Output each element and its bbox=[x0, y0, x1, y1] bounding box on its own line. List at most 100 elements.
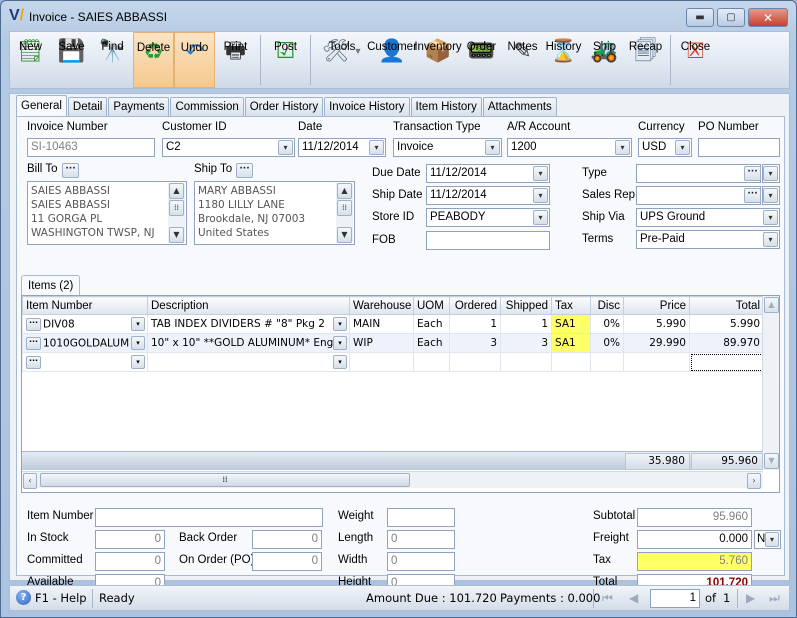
tab-attachments[interactable]: Attachments bbox=[482, 97, 557, 116]
delete-button[interactable]: ♻ Delete bbox=[133, 32, 174, 88]
disc-cell[interactable]: 0% bbox=[590, 314, 624, 334]
due-date-picker[interactable]: 11/12/2014 ▾ bbox=[426, 164, 550, 183]
grid-vertical-scrollbar[interactable]: ▲ ▼ bbox=[762, 296, 779, 470]
total-cell[interactable] bbox=[689, 352, 764, 372]
column-header[interactable]: Total bbox=[689, 296, 764, 315]
grid-horizontal-scrollbar[interactable]: ‹ ⁞⁞ › bbox=[22, 471, 763, 489]
ellipsis-icon[interactable]: ··· bbox=[26, 336, 41, 350]
total-cell[interactable]: 89.970 bbox=[689, 333, 764, 353]
table-row[interactable]: ··· 1010GOLDALUM ▾ 10" x 10" **GOLD ALUMIN… bbox=[22, 333, 764, 353]
ar-account-select[interactable]: 1200 ▾ bbox=[507, 138, 632, 157]
minimize-button[interactable]: ▬ bbox=[686, 8, 714, 27]
item-number-cell[interactable]: ··· 1010GOLDALUM ▾ bbox=[22, 333, 148, 353]
chevron-down-icon[interactable]: ▾ bbox=[763, 232, 778, 247]
ship-to-ellipsis-button[interactable]: ··· bbox=[236, 163, 253, 178]
chevron-down-icon[interactable]: ▾ bbox=[533, 188, 548, 203]
tax-cell[interactable]: SA1 bbox=[551, 333, 591, 353]
scroll-thumb[interactable]: ⁞⁞ bbox=[169, 200, 184, 216]
column-header[interactable]: Shipped bbox=[500, 296, 552, 315]
sales-rep-ellipsis-button[interactable]: ··· bbox=[744, 188, 761, 203]
length-field[interactable]: 0 bbox=[387, 530, 455, 549]
scroll-down-icon[interactable]: ▼ bbox=[337, 227, 352, 243]
chevron-down-icon[interactable]: ▾ bbox=[333, 317, 347, 331]
tab-payments[interactable]: Payments bbox=[108, 97, 170, 116]
first-page-icon[interactable]: ⏮ bbox=[602, 591, 613, 606]
close-window-button[interactable]: ✕ bbox=[748, 8, 788, 27]
ordered-cell[interactable] bbox=[449, 352, 501, 372]
post-button[interactable]: ☑ Post bbox=[265, 32, 306, 88]
column-header[interactable]: Warehouse bbox=[349, 296, 414, 315]
uom-cell[interactable]: Each bbox=[413, 333, 450, 353]
date-picker[interactable]: 11/12/2014 ▾ bbox=[298, 138, 386, 157]
next-page-icon[interactable]: ▶ bbox=[746, 591, 755, 605]
tab-detail[interactable]: Detail bbox=[67, 97, 108, 116]
total-cell[interactable]: 5.990 bbox=[689, 314, 764, 334]
item-number-info-field[interactable] bbox=[95, 508, 323, 527]
fob-field[interactable] bbox=[426, 231, 550, 250]
help-label[interactable]: F1 - Help bbox=[35, 591, 87, 605]
price-cell[interactable] bbox=[623, 352, 690, 372]
chevron-down-icon[interactable]: ▾ bbox=[763, 210, 778, 225]
transaction-type-select[interactable]: Invoice ▾ bbox=[393, 138, 502, 157]
freight-field[interactable]: 0.000 bbox=[637, 530, 752, 549]
bill-to-address[interactable]: SAIES ABBASSI SAIES ABBASSI 11 GORGA PL … bbox=[27, 181, 187, 245]
tab-order-history[interactable]: Order History bbox=[244, 97, 324, 116]
ship-date-picker[interactable]: 11/12/2014 ▾ bbox=[426, 186, 550, 205]
bill-to-scrollbar[interactable]: ▲ ⁞⁞ ▼ bbox=[168, 183, 185, 243]
disc-cell[interactable] bbox=[590, 352, 624, 372]
chevron-down-icon[interactable]: ▾ bbox=[278, 140, 293, 155]
inventory-button[interactable]: 📦 Inventory bbox=[414, 32, 461, 88]
order-button[interactable]: 📟 Order bbox=[461, 32, 502, 88]
tax-cell[interactable]: SA1 bbox=[551, 314, 591, 334]
column-header[interactable]: Ordered bbox=[449, 296, 501, 315]
chevron-down-icon[interactable]: ▾ bbox=[763, 188, 778, 203]
customer-button[interactable]: 👤 Customer bbox=[367, 32, 417, 88]
on-order-field[interactable]: 0 bbox=[252, 552, 322, 571]
tax-cell[interactable] bbox=[551, 352, 591, 372]
notes-button[interactable]: ✎ Notes bbox=[502, 32, 543, 88]
chevron-down-icon[interactable]: ▾ bbox=[369, 140, 384, 155]
ship-to-scrollbar[interactable]: ▲ ⁞⁞ ▼ bbox=[336, 183, 353, 243]
ordered-cell[interactable]: 1 bbox=[449, 314, 501, 334]
chevron-down-icon[interactable]: ▾ bbox=[333, 355, 347, 369]
scroll-up-icon[interactable]: ▲ bbox=[169, 183, 184, 199]
page-number-input[interactable]: 1 bbox=[650, 589, 700, 608]
store-id-select[interactable]: PEABODY ▾ bbox=[426, 208, 550, 227]
chevron-down-icon[interactable]: ▾ bbox=[763, 166, 778, 181]
weight-field[interactable] bbox=[387, 508, 455, 527]
chevron-down-icon[interactable]: ▾ bbox=[485, 140, 500, 155]
width-field[interactable]: 0 bbox=[387, 552, 455, 571]
type-dropdown[interactable]: ▾ bbox=[762, 164, 780, 183]
price-cell[interactable]: 29.990 bbox=[623, 333, 690, 353]
chevron-down-icon[interactable]: ▾ bbox=[131, 336, 145, 350]
ellipsis-icon[interactable]: ··· bbox=[26, 355, 41, 369]
warehouse-cell[interactable] bbox=[349, 352, 414, 372]
close-button[interactable]: 🗵 Close bbox=[675, 32, 716, 88]
scroll-left-icon[interactable]: ‹ bbox=[23, 473, 37, 489]
shipped-cell[interactable]: 1 bbox=[500, 314, 552, 334]
description-cell[interactable]: TAB INDEX DIVIDERS # "8" Pkg 2 ▾ bbox=[147, 314, 350, 334]
shipped-cell[interactable] bbox=[500, 352, 552, 372]
new-button[interactable]: 🗒 New bbox=[10, 32, 51, 88]
scroll-up-icon[interactable]: ▲ bbox=[337, 183, 352, 199]
tab-commission[interactable]: Commission bbox=[170, 97, 244, 116]
ordered-cell[interactable]: 3 bbox=[449, 333, 501, 353]
shipped-cell[interactable]: 3 bbox=[500, 333, 552, 353]
sales-rep-dropdown[interactable]: ▾ bbox=[762, 186, 780, 205]
chevron-down-icon[interactable]: ▾ bbox=[533, 210, 548, 225]
customer-id-select[interactable]: C2 ▾ bbox=[162, 138, 295, 157]
chevron-down-icon[interactable]: ▾ bbox=[131, 355, 145, 369]
scroll-down-icon[interactable]: ▼ bbox=[764, 453, 779, 469]
new-item-row[interactable]: ··· ▾ ▾ bbox=[22, 352, 764, 372]
last-page-icon[interactable]: ⏭ bbox=[769, 591, 780, 606]
recap-button[interactable]: 🗐 Recap bbox=[625, 32, 666, 88]
terms-select[interactable]: Pre-Paid ▾ bbox=[636, 230, 780, 249]
back-order-field[interactable]: 0 bbox=[252, 530, 322, 549]
sales-rep-field[interactable] bbox=[636, 186, 761, 205]
ship-via-select[interactable]: UPS Ground ▾ bbox=[636, 208, 780, 227]
tools-button[interactable]: 🛠 ▼ Tools bbox=[315, 32, 369, 88]
item-number-cell[interactable]: ··· ▾ bbox=[22, 352, 148, 372]
freight-code-select[interactable]: N ▾ bbox=[754, 530, 781, 549]
chevron-down-icon[interactable]: ▾ bbox=[533, 166, 548, 181]
chevron-down-icon[interactable]: ▾ bbox=[765, 532, 779, 547]
